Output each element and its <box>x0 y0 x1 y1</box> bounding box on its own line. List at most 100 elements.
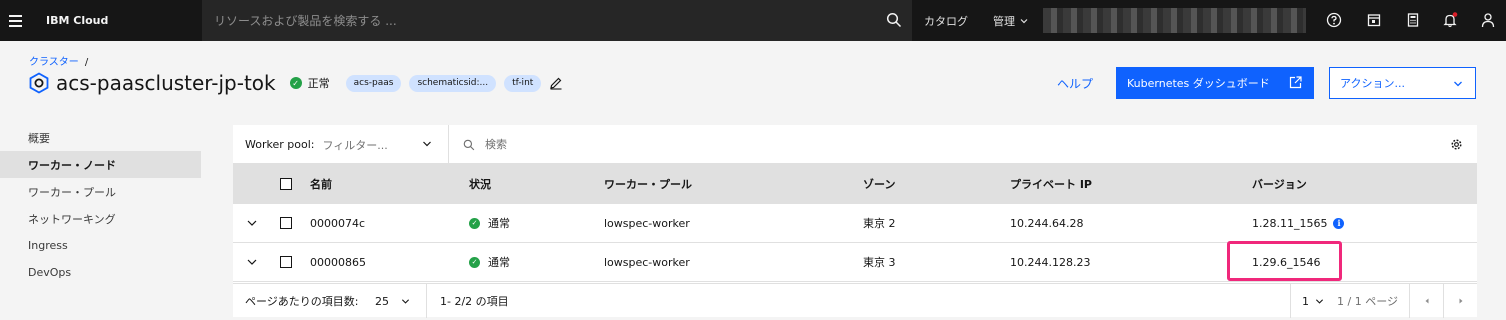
chevron-down-icon <box>1454 81 1462 87</box>
row-checkbox-cell <box>280 204 292 242</box>
manage-label: 管理 <box>993 14 1015 28</box>
gear-icon[interactable] <box>1450 138 1463 151</box>
cell-version-label: 1.28.11_1565 <box>1252 216 1328 230</box>
tag-schematicsid[interactable]: schematicsid:... <box>409 74 497 92</box>
calendar-icon[interactable] <box>1366 12 1382 28</box>
chevron-down-icon[interactable] <box>246 256 258 268</box>
brand-logo[interactable]: IBM Cloud <box>30 0 200 41</box>
row-expand-cell <box>246 243 258 281</box>
table-row[interactable]: 0000074c ✓ 通常 lowspec-worker 東京 2 10.244.… <box>233 204 1477 243</box>
column-header-private-ip[interactable]: プライベート IP <box>1010 164 1092 204</box>
title-row: acs-paascluster-jp-tok ✓ 正常 acs-paas sch… <box>28 70 563 96</box>
tag-tf-int[interactable]: tf-int <box>504 74 542 92</box>
column-header-status[interactable]: 状況 <box>469 164 491 204</box>
cluster-status-label: 正常 <box>307 77 330 90</box>
kubernetes-dashboard-label: Kubernetes ダッシュボード <box>1127 77 1270 90</box>
cell-status-label: 通常 <box>488 256 510 269</box>
chevron-down-icon <box>401 298 410 304</box>
catalog-link[interactable]: カタログ <box>924 0 968 41</box>
actions-dropdown[interactable]: アクション... <box>1329 67 1476 99</box>
cell-status: ✓ 通常 <box>469 204 510 242</box>
menu-icon[interactable] <box>0 0 30 41</box>
checkmark-icon: ✓ <box>289 77 302 89</box>
breadcrumb-separator: / <box>84 57 89 68</box>
cell-status-label: 通常 <box>488 217 510 230</box>
calculator-icon[interactable] <box>1405 12 1421 28</box>
pager-divider <box>426 284 427 318</box>
cell-status: ✓ 通常 <box>469 243 510 281</box>
previous-page-button[interactable] <box>1410 284 1444 318</box>
user-icon[interactable] <box>1480 12 1496 28</box>
info-icon[interactable]: i <box>1333 217 1345 229</box>
sidebar-item-networking[interactable]: ネットワーキング <box>0 205 201 232</box>
per-page-value: 25 <box>375 294 389 308</box>
version-highlight-box <box>1227 241 1342 281</box>
sidebar-item-worker-pools[interactable]: ワーカー・プール <box>0 178 201 205</box>
global-search <box>202 0 912 41</box>
per-page-select[interactable]: 25 <box>375 284 410 318</box>
account-switcher[interactable] <box>1043 8 1306 33</box>
manage-menu[interactable]: 管理 <box>993 0 1029 41</box>
worker-pool-filter[interactable]: Worker pool: フィルター... <box>233 125 449 164</box>
cell-worker-pool: lowspec-worker <box>604 255 690 269</box>
worker-pool-filter-label: Worker pool: <box>245 138 315 151</box>
help-link[interactable]: ヘルプ <box>1057 75 1093 92</box>
kubernetes-cluster-icon <box>29 72 49 94</box>
row-checkbox-cell <box>280 243 292 281</box>
cell-private-ip: 10.244.128.23 <box>1010 255 1091 269</box>
checkmark-icon: ✓ <box>469 256 480 268</box>
cell-private-ip: 10.244.64.28 <box>1010 216 1084 230</box>
table-pagination: ページあたりの項目数: 25 1- 2/2 の項目 1 1 / 1 ページ <box>233 283 1478 318</box>
worker-pool-filter-placeholder: フィルター... <box>322 138 388 152</box>
help-icon[interactable] <box>1326 12 1342 28</box>
column-header-name[interactable]: 名前 <box>310 164 332 204</box>
select-all-checkbox[interactable] <box>280 178 292 190</box>
page-select[interactable]: 1 <box>1302 284 1324 318</box>
breadcrumb-clusters-link[interactable]: クラスター <box>29 57 79 68</box>
top-nav-bar: IBM Cloud カタログ 管理 <box>0 0 1506 41</box>
row-expand-cell <box>246 204 258 242</box>
caret-right-icon <box>1459 298 1463 304</box>
breadcrumb: クラスター / <box>29 53 88 68</box>
actions-label: アクション... <box>1340 77 1405 90</box>
kubernetes-dashboard-button[interactable]: Kubernetes ダッシュボード <box>1116 67 1314 99</box>
per-page-label: ページあたりの項目数: <box>245 295 359 308</box>
global-search-input[interactable] <box>202 13 842 28</box>
sidebar-item-devops[interactable]: DevOps <box>0 259 201 286</box>
cell-name: 00000865 <box>310 255 366 269</box>
cell-zone: 東京 3 <box>863 256 896 269</box>
column-header-worker-pool[interactable]: ワーカー・プール <box>604 164 692 204</box>
cluster-status: ✓ 正常 <box>289 75 330 91</box>
select-all-checkbox-cell <box>280 164 292 204</box>
next-page-button[interactable] <box>1444 284 1478 318</box>
chevron-down-icon[interactable] <box>246 217 258 229</box>
launch-icon <box>1289 76 1302 89</box>
checkmark-icon: ✓ <box>469 217 480 229</box>
cell-worker-pool: lowspec-worker <box>604 216 690 230</box>
sidebar-item-overview[interactable]: 概要 <box>0 124 201 151</box>
sidebar-item-ingress[interactable]: Ingress <box>0 232 201 259</box>
caret-left-icon <box>1425 298 1429 304</box>
column-header-version[interactable]: バージョン <box>1252 164 1307 204</box>
search-icon[interactable] <box>886 12 902 28</box>
column-header-zone[interactable]: ゾーン <box>863 164 895 204</box>
page-title: acs-paascluster-jp-tok <box>56 71 276 95</box>
cell-zone: 東京 2 <box>863 217 896 230</box>
chevron-down-icon <box>1315 298 1324 304</box>
pager-divider <box>1290 284 1291 318</box>
edit-icon[interactable] <box>549 76 563 90</box>
row-checkbox[interactable] <box>280 217 292 229</box>
table-search <box>449 125 1349 164</box>
table-search-input[interactable] <box>485 138 985 151</box>
chevron-down-icon <box>423 141 431 147</box>
sidebar-item-worker-nodes[interactable]: ワーカー・ノード <box>0 151 201 178</box>
notification-icon[interactable] <box>1442 12 1458 28</box>
row-checkbox[interactable] <box>280 256 292 268</box>
worker-nodes-table: Worker pool: フィルター... 名前 状況 ワーカー・プール ゾーン… <box>233 125 1478 318</box>
tag-acs-paas[interactable]: acs-paas <box>345 74 402 92</box>
cell-name: 0000074c <box>310 216 366 230</box>
page-value: 1 <box>1302 294 1309 308</box>
table-toolbar: Worker pool: フィルター... <box>233 125 1477 164</box>
chevron-down-icon <box>1020 18 1028 23</box>
item-range: 1- 2/2 の項目 <box>440 295 509 308</box>
